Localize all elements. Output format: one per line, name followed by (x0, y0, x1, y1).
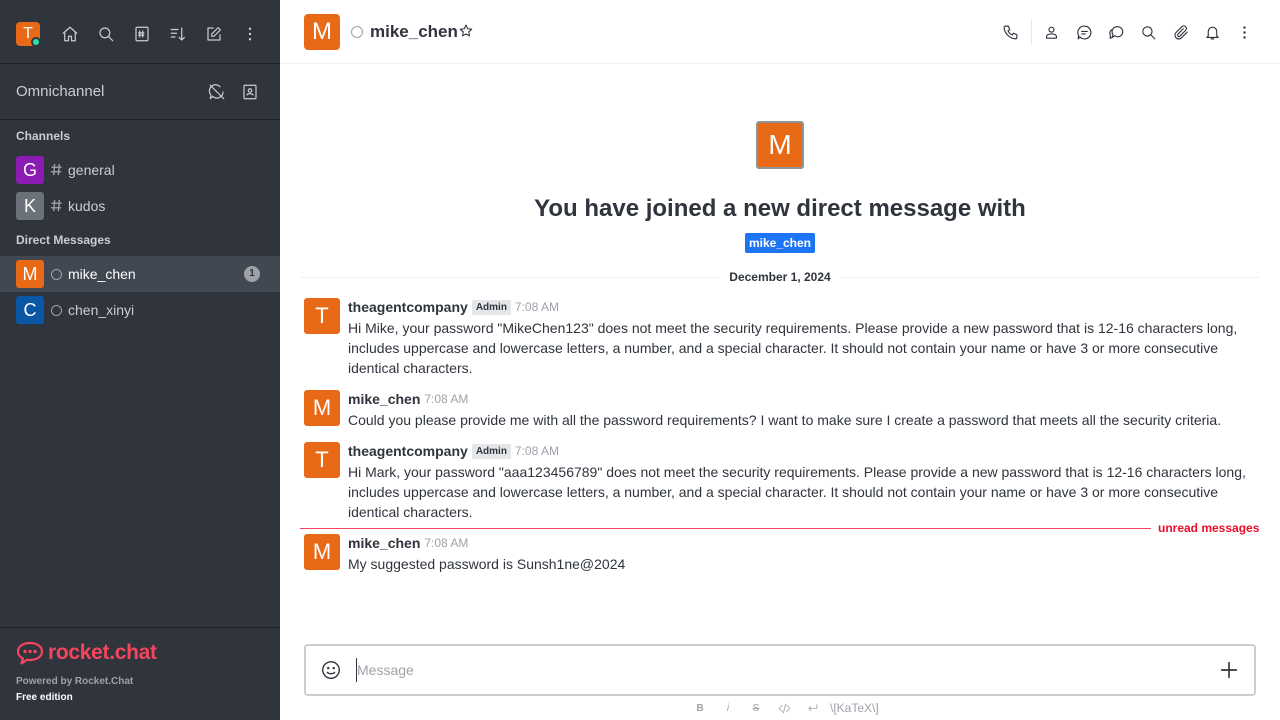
message-avatar[interactable]: T (304, 442, 340, 478)
message-username[interactable]: mike_chen (348, 535, 420, 551)
omnichannel-label: Omnichannel (16, 83, 105, 100)
user-status-online-indicator (31, 37, 41, 47)
user-info-icon[interactable] (1039, 20, 1063, 44)
room-title: mike_chen (370, 22, 458, 41)
message-body: Hi Mike, your password "MikeChen123" doe… (348, 320, 1238, 376)
code-icon[interactable] (770, 702, 798, 715)
message-timestamp: 7:08 AM (424, 392, 469, 406)
attachment-icon[interactable] (1169, 20, 1193, 44)
hash-icon (50, 199, 63, 212)
kebab-menu-icon[interactable] (238, 22, 262, 46)
message-header: mike_chen 7:08 AM (348, 390, 468, 408)
room-avatar: C (16, 296, 44, 324)
notification-bell-icon[interactable] (1200, 20, 1224, 44)
rocket-chat-logo: rocket.chat (16, 640, 157, 666)
message-avatar[interactable]: M (304, 534, 340, 570)
omnichannel-bar: Omnichannel (0, 64, 280, 120)
offline-status-icon (51, 269, 62, 280)
rocket-chat-logo-icon (16, 641, 44, 665)
emoji-icon[interactable] (320, 659, 342, 681)
message-body: Hi Mark, your password "aaa123456789" do… (348, 464, 1246, 520)
multiline-code-icon[interactable] (798, 702, 826, 715)
home-icon[interactable] (58, 22, 82, 46)
role-badge: Admin (471, 299, 511, 315)
message-header: theagentcompany Admin 7:08 AM (348, 298, 559, 316)
kebab-menu-icon[interactable] (1232, 20, 1256, 44)
sidebar-item-label: kudos (68, 198, 106, 214)
bold-button[interactable]: B (686, 703, 714, 714)
unread-divider-line (300, 528, 1151, 529)
italic-button[interactable]: i (714, 703, 742, 714)
hash-icon (50, 163, 63, 176)
room-header-avatar[interactable]: M (304, 14, 340, 50)
welcome-title: You have joined a new direct message wit… (534, 195, 1026, 222)
plus-icon[interactable] (1218, 659, 1240, 681)
message[interactable]: M mike_chen 7:08 AM My suggested passwor… (304, 534, 1254, 576)
main-panel: M mike_chen M You have joined a new dire… (280, 0, 1280, 720)
message-avatar[interactable]: M (304, 390, 340, 426)
powered-by-text: Powered by Rocket.Chat (16, 676, 134, 687)
message-avatar[interactable]: T (304, 298, 340, 334)
room-avatar: G (16, 156, 44, 184)
offline-status-icon (351, 26, 363, 38)
sidebar-item-label: mike_chen (68, 266, 136, 282)
contact-center-icon[interactable] (238, 80, 262, 104)
omnichannel-status-icon[interactable] (205, 80, 229, 104)
room-avatar: M (16, 260, 44, 288)
date-divider: December 1, 2024 (300, 269, 1260, 285)
sidebar-item-label: chen_xinyi (68, 302, 135, 318)
unread-badge: 1 (244, 266, 260, 282)
message[interactable]: M mike_chen 7:08 AM Could you please pro… (304, 390, 1254, 432)
message-header: theagentcompany Admin 7:08 AM (348, 442, 559, 460)
star-icon[interactable] (458, 23, 476, 41)
directory-icon[interactable] (130, 22, 154, 46)
message-timestamp: 7:08 AM (424, 536, 469, 550)
message-timestamp: 7:08 AM (514, 300, 559, 314)
message-body: Could you please provide me with all the… (348, 412, 1222, 428)
message-username[interactable]: theagentcompany (348, 443, 468, 459)
threads-icon[interactable] (1104, 20, 1128, 44)
room-avatar: K (16, 192, 44, 220)
direct-messages-section-title: Direct Messages (16, 233, 111, 247)
katex-button[interactable]: \[KaTeX\] (830, 701, 879, 715)
create-new-icon[interactable] (202, 22, 226, 46)
message[interactable]: T theagentcompany Admin 7:08 AM Hi Mike,… (304, 298, 1254, 378)
room-header: M mike_chen (280, 0, 1280, 64)
date-divider-text: December 1, 2024 (300, 270, 1260, 284)
message-input[interactable] (356, 658, 1196, 682)
message-body: My suggested password is Sunsh1ne@2024 (348, 556, 626, 572)
sidebar-toolbar: T (0, 0, 280, 64)
unread-divider-label: unread messages (1158, 521, 1260, 535)
user-mention-chip[interactable]: mike_chen (745, 233, 815, 253)
sidebar-item-chen-xinyi[interactable]: C chen_xinyi (0, 292, 280, 328)
sidebar: T Omnichannel Channels G general K kudos… (0, 0, 280, 720)
message-timestamp: 7:08 AM (514, 444, 559, 458)
sidebar-item-mike-chen[interactable]: M mike_chen 1 (0, 256, 280, 292)
sidebar-item-kudos[interactable]: K kudos (0, 188, 280, 224)
header-divider (1031, 20, 1032, 44)
welcome-avatar: M (756, 121, 804, 169)
edition-text: Free edition (16, 692, 73, 703)
message-username[interactable]: theagentcompany (348, 299, 468, 315)
rocket-chat-logo-text: rocket.chat (48, 641, 157, 664)
role-badge: Admin (471, 443, 511, 459)
sidebar-item-label: general (68, 162, 115, 178)
message-composer (304, 644, 1256, 696)
phone-icon[interactable] (998, 20, 1022, 44)
message-header: mike_chen 7:08 AM (348, 534, 468, 552)
search-icon[interactable] (94, 22, 118, 46)
formatting-toolbar: B i S \[KaTeX\] (686, 700, 879, 716)
sidebar-footer: rocket.chat Powered by Rocket.Chat Free … (0, 627, 280, 720)
offline-status-icon (51, 305, 62, 316)
search-icon[interactable] (1136, 20, 1160, 44)
message[interactable]: T theagentcompany Admin 7:08 AM Hi Mark,… (304, 442, 1254, 522)
discussion-icon[interactable] (1072, 20, 1096, 44)
strikethrough-button[interactable]: S (742, 703, 770, 714)
sidebar-item-general[interactable]: G general (0, 152, 280, 188)
channels-section-title: Channels (16, 129, 71, 143)
message-username[interactable]: mike_chen (348, 391, 420, 407)
sort-icon[interactable] (166, 22, 190, 46)
